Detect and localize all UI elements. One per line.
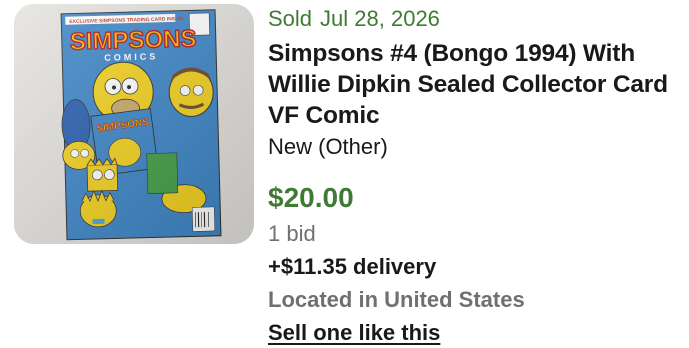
sold-label: Sold: [268, 6, 313, 31]
item-condition: New (Other): [268, 134, 388, 159]
delivery-cost: +$11.35 delivery: [268, 254, 437, 279]
listing-info: Sold Jul 28, 2026 Simpsons #4 (Bongo 1994…: [268, 4, 684, 348]
sell-one-like-this-link[interactable]: Sell one like this: [268, 318, 440, 348]
comic-cover-image: EXCLUSIVE SIMPSONS TRADING CARD INSIDE S…: [14, 4, 254, 244]
item-thumbnail[interactable]: EXCLUSIVE SIMPSONS TRADING CARD INSIDE S…: [14, 4, 254, 244]
sold-date: Jul 28, 2026: [320, 6, 440, 31]
sold-price: $20.00: [268, 182, 354, 213]
listing-title[interactable]: Simpsons #4 (Bongo 1994) With Willie Dip…: [268, 38, 684, 131]
bid-count: 1 bid: [268, 221, 316, 246]
item-location: Located in United States: [268, 287, 525, 312]
sold-status: Sold Jul 28, 2026: [268, 4, 684, 34]
